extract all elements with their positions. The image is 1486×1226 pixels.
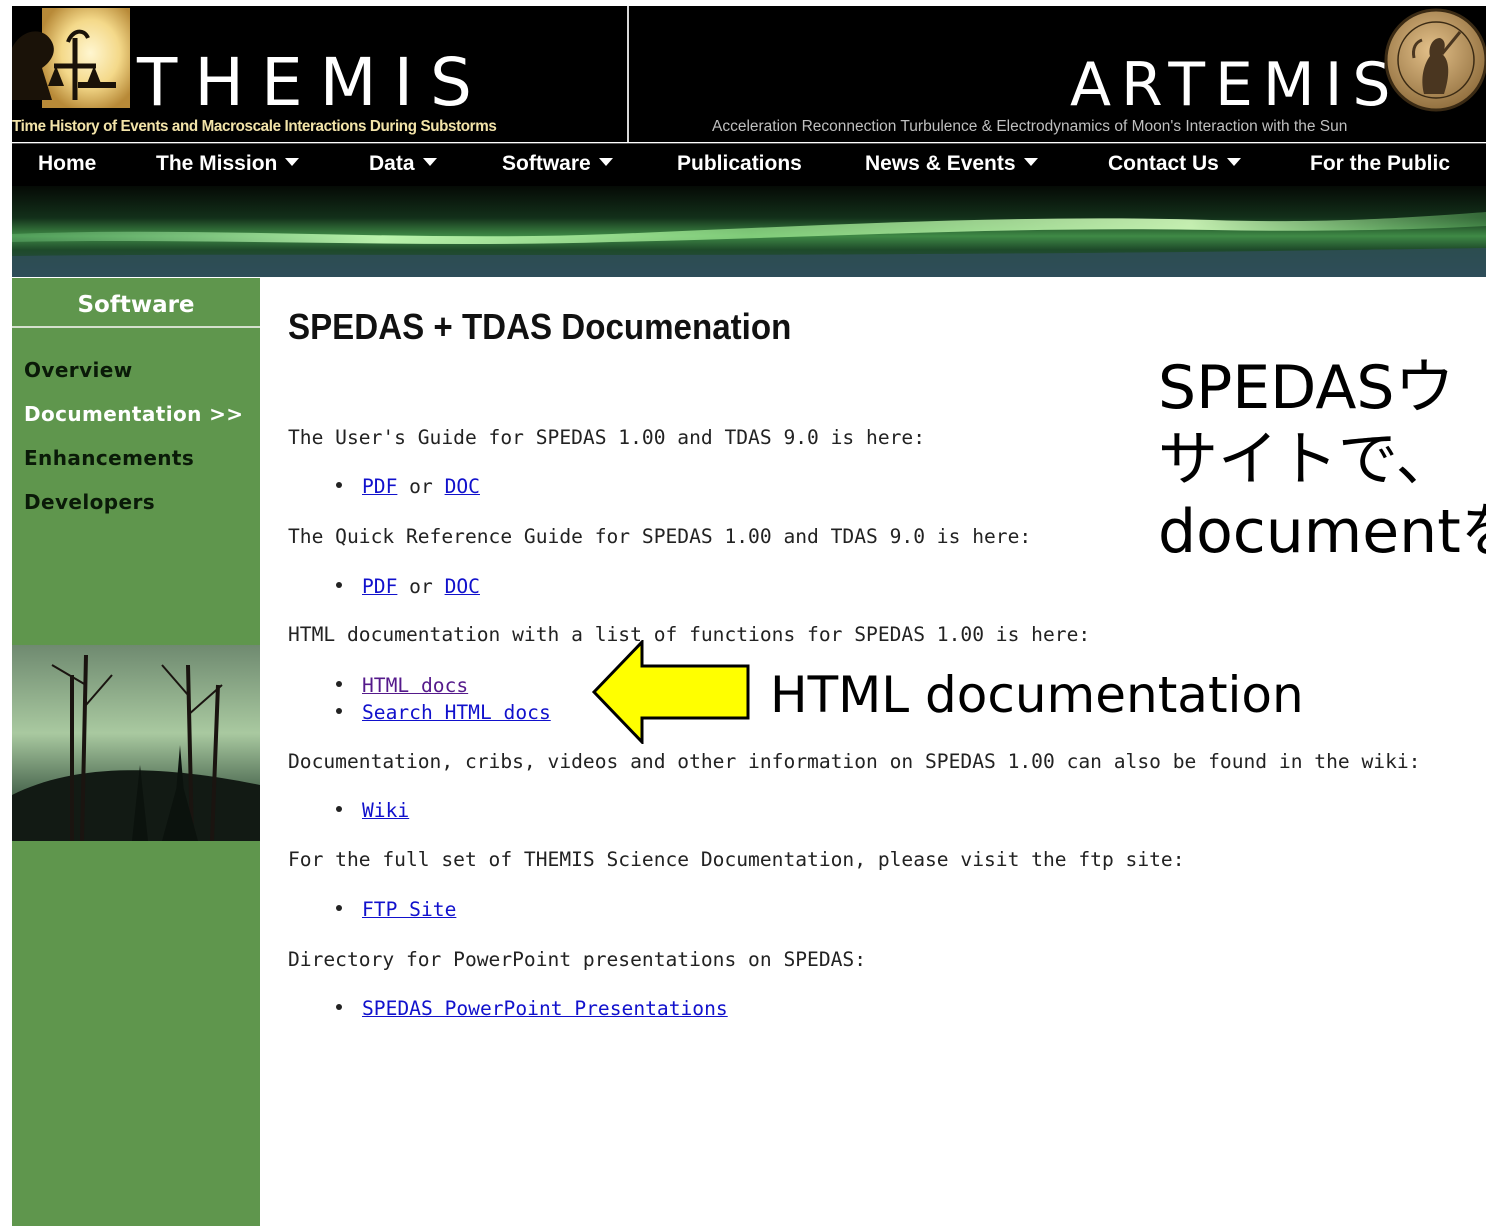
users-guide-text: The User's Guide for SPEDAS 1.00 and TDA…: [288, 426, 926, 449]
page-title: SPEDAS + TDAS Documenation: [288, 306, 792, 347]
chevron-down-icon: [598, 158, 613, 167]
link-separator: or: [397, 475, 445, 498]
bullet-icon: [336, 680, 342, 687]
bullet-icon: [336, 707, 342, 714]
users-guide-pdf-link[interactable]: PDF: [362, 475, 397, 498]
artemis-tagline: Acceleration Reconnection Turbulence & E…: [712, 118, 1348, 135]
list-item: HTML docs: [336, 674, 468, 697]
quick-reference-text: The Quick Reference Guide for SPEDAS 1.0…: [288, 525, 1032, 548]
bullet-icon: [336, 481, 342, 488]
nav-contact-us[interactable]: Contact Us: [1108, 144, 1241, 186]
sidebar-item-overview[interactable]: Overview: [24, 358, 133, 382]
quick-ref-pdf-link[interactable]: PDF: [362, 575, 397, 598]
powerpoint-link[interactable]: SPEDAS PowerPoint Presentations: [362, 997, 728, 1020]
nav-contact-us-label: Contact Us: [1108, 152, 1219, 175]
site-header: THEMIS Time History of Events and Macros…: [12, 6, 1486, 142]
sidebar-title: Software: [12, 278, 260, 328]
nav-home[interactable]: Home: [38, 144, 96, 186]
nav-the-mission-label: The Mission: [156, 152, 278, 175]
sidebar: Software Overview Documentation >> Enhan…: [12, 278, 260, 1226]
callout-label: HTML documentation: [770, 666, 1304, 724]
link-separator: or: [397, 575, 445, 598]
artemis-seal-icon[interactable]: [1384, 8, 1486, 112]
main-nav: Home The Mission Data Software Publicati…: [12, 143, 1486, 188]
list-item: SPEDAS PowerPoint Presentations: [336, 997, 728, 1020]
arrow-left-icon: [590, 638, 755, 746]
users-guide-doc-link[interactable]: DOC: [445, 475, 480, 498]
html-docs-link[interactable]: HTML docs: [362, 674, 468, 697]
list-item: Wiki: [336, 799, 409, 822]
ftp-text: For the full set of THEMIS Science Docum…: [288, 848, 1185, 871]
chevron-down-icon: [422, 158, 437, 167]
aurora-forest-photo: [12, 645, 260, 841]
list-item: Search HTML docs: [336, 701, 551, 724]
list-item: PDF or DOC: [336, 575, 480, 598]
wiki-link[interactable]: Wiki: [362, 799, 409, 822]
nav-software-label: Software: [502, 152, 591, 175]
bullet-icon: [336, 581, 342, 588]
ftp-site-link[interactable]: FTP Site: [362, 898, 456, 921]
annotation-note-line: SPEDASウ: [1158, 353, 1455, 423]
nav-data-label: Data: [369, 152, 415, 175]
nav-for-the-public-label: For the Public: [1310, 152, 1451, 175]
wiki-text: Documentation, cribs, videos and other i…: [288, 750, 1421, 773]
nav-software[interactable]: Software: [502, 144, 613, 186]
themis-logo-icon[interactable]: [12, 8, 130, 114]
sidebar-item-enhancements[interactable]: Enhancements: [24, 446, 194, 470]
powerpoint-text: Directory for PowerPoint presentations o…: [288, 948, 867, 971]
search-html-docs-link[interactable]: Search HTML docs: [362, 701, 551, 724]
sidebar-item-documentation[interactable]: Documentation >>: [24, 402, 243, 426]
themis-tagline: Time History of Events and Macroscale In…: [12, 118, 497, 135]
aurora-banner-image: [12, 186, 1486, 277]
nav-the-mission[interactable]: The Mission: [156, 144, 300, 186]
bullet-icon: [336, 1003, 342, 1010]
sidebar-item-developers[interactable]: Developers: [24, 490, 155, 514]
annotation-note: SPEDASウ サイトで、 documentを: [1158, 352, 1486, 568]
artemis-wordmark: ARTEMIS: [1070, 50, 1401, 120]
nav-home-label: Home: [38, 152, 97, 175]
annotation-note-line: サイトで、: [1158, 425, 1456, 495]
nav-publications-label: Publications: [677, 152, 802, 175]
chevron-down-icon: [285, 158, 300, 167]
bullet-icon: [336, 805, 342, 812]
bullet-icon: [336, 904, 342, 911]
annotation-note-line: documentを: [1158, 497, 1486, 567]
themis-wordmark: THEMIS: [137, 44, 489, 121]
nav-publications[interactable]: Publications: [677, 144, 802, 186]
list-item: FTP Site: [336, 898, 456, 921]
chevron-down-icon: [1023, 158, 1038, 167]
header-divider: [627, 6, 629, 142]
nav-data[interactable]: Data: [369, 144, 437, 186]
nav-for-the-public[interactable]: For the Public: [1310, 144, 1450, 186]
list-item: PDF or DOC: [336, 475, 480, 498]
quick-ref-doc-link[interactable]: DOC: [445, 575, 480, 598]
nav-news-events-label: News & Events: [865, 152, 1016, 175]
nav-news-events[interactable]: News & Events: [865, 144, 1038, 186]
chevron-down-icon: [1226, 158, 1241, 167]
